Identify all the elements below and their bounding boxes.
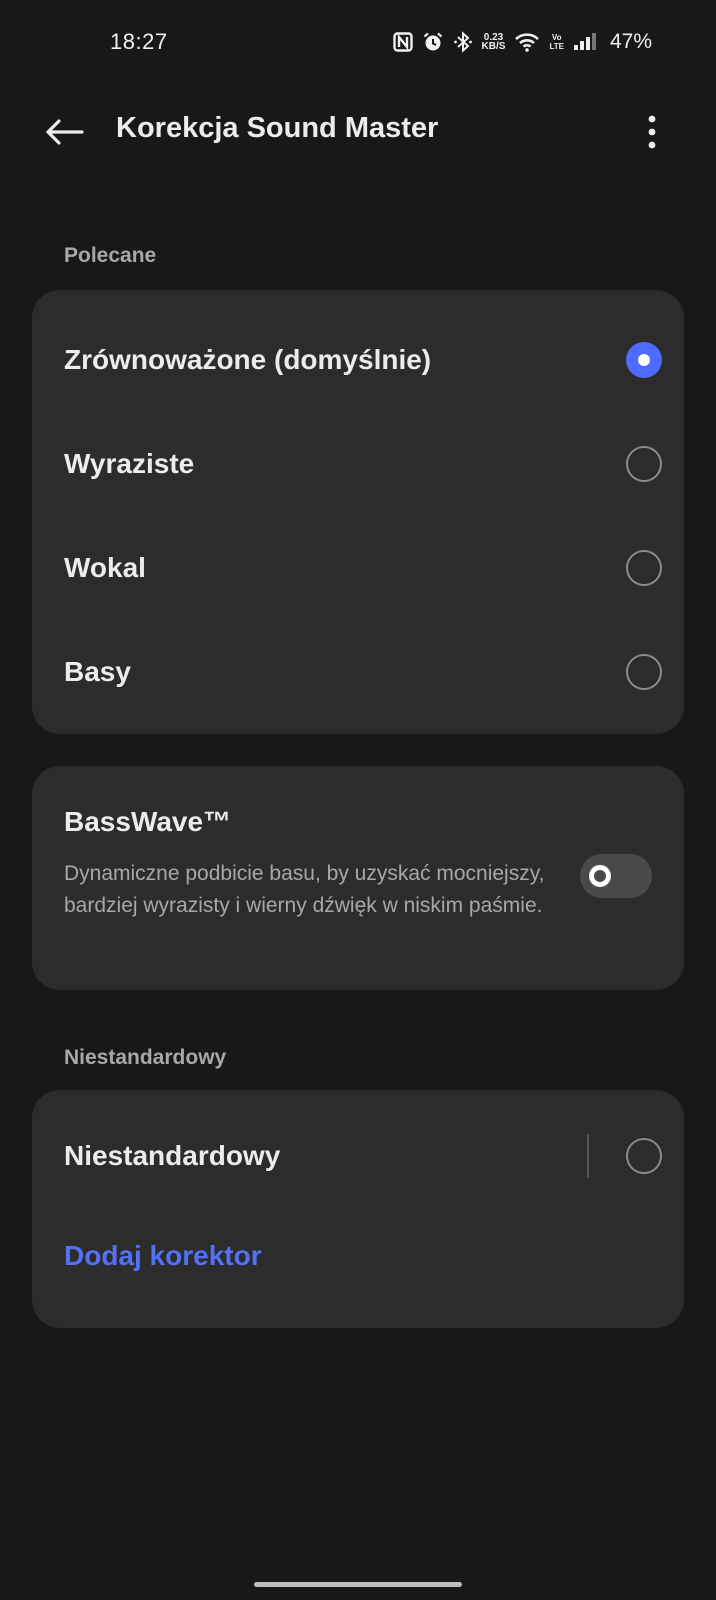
basswave-toggle[interactable]: [580, 854, 652, 898]
preset-option-balanced[interactable]: Zrównoważone (domyślnie): [32, 308, 684, 412]
volte-top: Vo: [551, 33, 562, 42]
basswave-card[interactable]: BassWave™ Dynamiczne podbicie basu, by u…: [32, 766, 684, 990]
radio-button[interactable]: [626, 550, 662, 586]
net-speed: 0.23 KB/S: [481, 33, 506, 52]
toggle-knob: [589, 865, 611, 887]
volte-indicator: Vo LTE: [549, 33, 564, 51]
volte-bottom: LTE: [549, 42, 564, 51]
more-options-button[interactable]: [628, 108, 676, 156]
preset-label: Wyraziste: [64, 448, 195, 479]
status-icons: 0.23 KB/S Vo LTE 47%: [392, 30, 652, 54]
preset-label: Zrównoważone (domyślnie): [64, 344, 432, 375]
radio-button[interactable]: [626, 446, 662, 482]
recommended-card: Zrównoważone (domyślnie) Wyraziste Wokal…: [32, 290, 684, 734]
wifi-icon: [514, 31, 540, 53]
bluetooth-icon: [453, 31, 473, 53]
custom-option-label: Niestandardowy: [64, 1140, 281, 1171]
status-time: 18:27: [110, 29, 168, 54]
home-indicator[interactable]: [254, 1582, 462, 1587]
battery-level: 47%: [609, 30, 652, 53]
radio-button[interactable]: [626, 654, 662, 690]
vertical-divider: [587, 1134, 589, 1178]
section-header-recommended: Polecane: [64, 244, 157, 267]
net-speed-unit: KB/S: [481, 41, 506, 52]
nfc-icon: [392, 32, 413, 52]
signal-icon: [573, 32, 597, 52]
custom-card: Niestandardowy Dodaj korektor: [32, 1090, 684, 1328]
preset-option-vocal[interactable]: Wokal: [32, 516, 684, 620]
more-vertical-icon: [648, 115, 656, 149]
app-bar: Korekcja Sound Master: [0, 84, 716, 176]
status-bar: 18:27 0.23 KB/S Vo LTE 47%: [0, 0, 716, 84]
basswave-description: Dynamiczne podbicie basu, by uzyskać moc…: [64, 862, 545, 917]
alarm-icon: [422, 31, 444, 53]
preset-label: Wokal: [64, 552, 146, 583]
screen: 18:27 0.23 KB/S Vo LTE 47% Korekcja Soun…: [0, 0, 716, 1600]
arrow-left-icon: [46, 119, 84, 145]
add-equalizer-button[interactable]: Dodaj korektor: [64, 1240, 262, 1272]
preset-label: Basy: [64, 656, 131, 687]
radio-button-selected[interactable]: [626, 342, 662, 378]
basswave-title: BassWave™: [64, 806, 232, 837]
radio-button[interactable]: [626, 1138, 662, 1174]
section-header-custom: Niestandardowy: [64, 1046, 227, 1069]
preset-option-vivid[interactable]: Wyraziste: [32, 412, 684, 516]
page-title: Korekcja Sound Master: [116, 112, 439, 144]
preset-option-bass[interactable]: Basy: [32, 620, 684, 724]
back-button[interactable]: [40, 108, 88, 156]
